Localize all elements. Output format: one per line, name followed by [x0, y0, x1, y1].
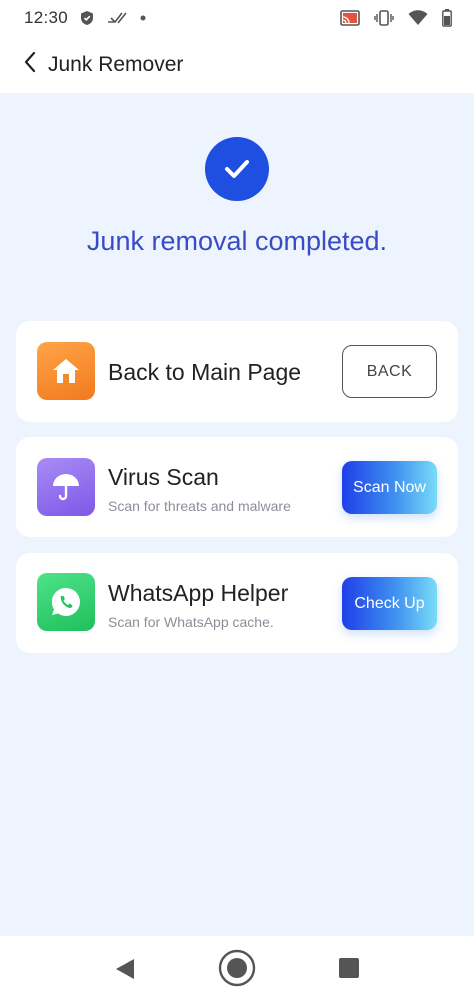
- chevron-left-icon: [23, 51, 37, 78]
- card-title: Virus Scan: [108, 464, 219, 490]
- home-icon: [37, 342, 95, 400]
- whatsapp-helper-card: WhatsApp Helper Scan for WhatsApp cache.…: [16, 553, 458, 653]
- status-right: [340, 9, 452, 27]
- status-time: 12:30: [24, 8, 69, 27]
- status-bar: 12:30: [0, 0, 474, 36]
- check-circle-icon: [205, 137, 269, 201]
- card-title: Back to Main Page: [108, 359, 302, 385]
- dot-icon: [140, 15, 146, 21]
- card-title: WhatsApp Helper: [108, 580, 289, 606]
- nav-home-icon[interactable]: [218, 949, 256, 992]
- back-button[interactable]: [18, 51, 42, 78]
- page-title: Junk Remover: [48, 52, 184, 76]
- nav-recents-icon[interactable]: [339, 958, 359, 983]
- system-nav-bar: [0, 936, 474, 1000]
- back-to-main-button[interactable]: BACK: [342, 345, 437, 398]
- card-subtitle: Scan for WhatsApp cache.: [108, 614, 274, 630]
- shield-icon: [80, 10, 94, 26]
- wifi-icon: [408, 10, 428, 26]
- cast-icon: [340, 10, 360, 26]
- app-bar: Junk Remover: [0, 36, 474, 93]
- battery-icon: [442, 9, 452, 27]
- vibrate-icon: [374, 10, 394, 26]
- card-subtitle: Scan for threats and malware: [108, 498, 291, 514]
- whatsapp-icon: [37, 573, 95, 631]
- virus-scan-card: Virus Scan Scan for threats and malware …: [16, 437, 458, 537]
- main-page-card: Back to Main Page BACK: [16, 321, 458, 422]
- completion-message: Junk removal completed.: [86, 226, 388, 256]
- signal-check-icon: [106, 10, 128, 26]
- nav-back-icon[interactable]: [115, 958, 135, 985]
- check-up-button[interactable]: Check Up: [342, 577, 437, 630]
- umbrella-icon: [37, 458, 95, 516]
- scan-now-button[interactable]: Scan Now: [342, 461, 437, 514]
- status-left: 12:30: [24, 8, 146, 28]
